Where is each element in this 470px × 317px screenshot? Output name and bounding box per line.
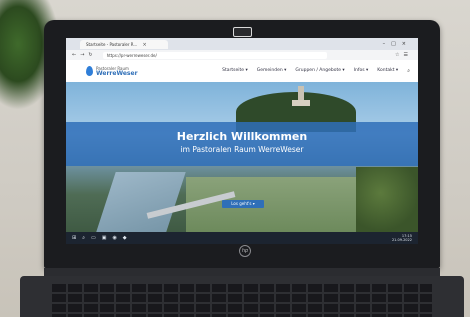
url-field[interactable]: https://pr-werreweser.de/ [102,51,327,59]
webcam [233,27,252,37]
window-controls[interactable]: –□× [383,41,412,47]
clock-date: 21.09.2022 [391,238,412,242]
monument-base-image [292,100,310,106]
river-image [96,172,186,232]
laptop-screen: Startseite - Pastoraler R... × –□× ←→↻ h… [66,38,418,244]
welcome-banner: Herzlich Willkommen im Pastoralen Raum W… [66,122,418,166]
site-header: Pastoraler Raum WerreWeser Startseite ▾ … [66,60,418,82]
main-nav: Startseite ▾ Gemeinden ▾ Gruppen / Angeb… [222,68,410,74]
browser-tab[interactable]: Startseite - Pastoraler R... × [80,39,168,49]
taskbar-clock[interactable]: 17:15 21.09.2022 [392,234,412,242]
taskbar-icons[interactable]: ⊞⌕▭▣◉◆ [72,235,133,241]
nav-item-gruppen[interactable]: Gruppen / Angebote ▾ [295,68,344,74]
windows-taskbar: ⊞⌕▭▣◉◆ 17:15 21.09.2022 [66,232,418,244]
nav-item-infos[interactable]: Infos ▾ [354,68,369,74]
site-logo[interactable]: Pastoraler Raum WerreWeser [86,66,138,77]
laptop-hinge [44,268,440,276]
nav-item-startseite[interactable]: Startseite ▾ [222,68,248,74]
nav-item-kontakt[interactable]: Kontakt ▾ [377,68,398,74]
tab-title: Startseite - Pastoraler R... [86,41,138,47]
logo-big-text: WerreWeser [96,70,138,77]
hero-subtitle: im Pastoralen Raum WerreWeser [180,145,304,154]
browser-toolbar-icons[interactable]: ☆☰ [395,52,412,58]
browser-address-bar: ←→↻ https://pr-werreweser.de/ ☆☰ [66,50,418,60]
browser-nav-icons[interactable]: ←→↻ [72,52,97,58]
hero-section: Herzlich Willkommen im Pastoralen Raum W… [66,82,418,232]
trees-image [356,167,418,232]
water-drop-icon [86,66,93,76]
nav-item-gemeinden[interactable]: Gemeinden ▾ [257,68,287,74]
cta-button[interactable]: Los geht's ▾ [222,200,264,208]
tab-close-icon[interactable]: × [143,42,147,48]
search-icon[interactable]: ⌕ [407,68,410,74]
browser-tabbar: Startseite - Pastoraler R... × –□× [66,38,418,50]
keyboard-rows [52,284,432,317]
hp-logo: hp [239,245,251,257]
hero-title: Herzlich Willkommen [176,130,308,143]
